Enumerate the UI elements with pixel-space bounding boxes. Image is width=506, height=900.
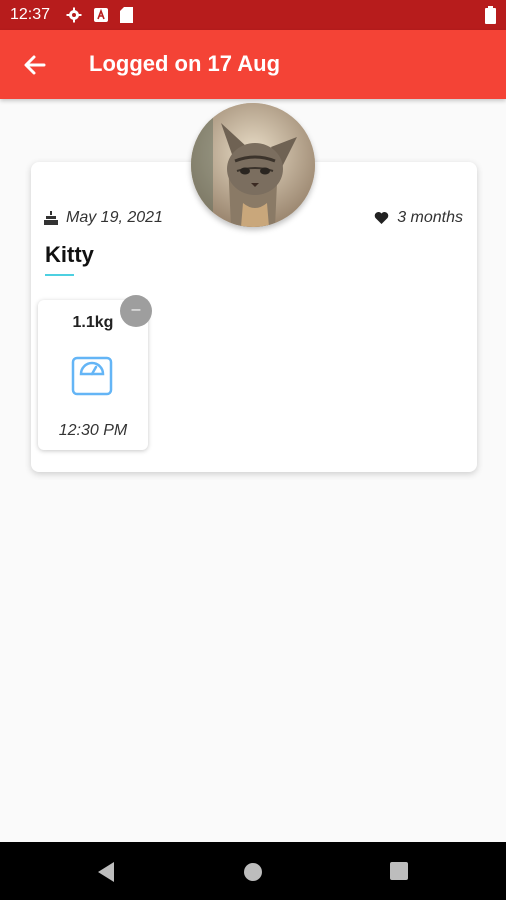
kitten-photo [191,103,315,227]
nav-back-icon[interactable] [96,861,116,883]
nav-recents-icon[interactable] [390,862,408,880]
log-time: 12:30 PM [58,422,128,439]
status-icons [66,7,133,23]
arrow-back-icon[interactable] [22,52,48,78]
heart-icon [374,212,389,224]
pet-name: Kitty [45,242,94,267]
cake-icon [44,211,58,225]
battery-icon [485,6,496,24]
app-bar: Logged on 17 Aug [0,30,506,99]
system-nav-bar [0,842,506,900]
status-time: 12:37 [10,6,51,23]
birth-date-row: May 19, 2021 [44,209,163,227]
name-underline [45,274,74,276]
pet-age: 3 months [397,209,463,226]
sd-card-icon [120,7,133,23]
birth-date: May 19, 2021 [66,209,163,226]
page-title: Logged on 17 Aug [89,51,281,76]
age-row: 3 months [374,209,463,227]
delete-label: – [131,301,141,318]
scale-icon [71,356,113,396]
nav-home-icon[interactable] [244,863,262,881]
a-icon [94,8,108,22]
pet-avatar[interactable] [191,103,315,227]
settings-icon [66,7,82,23]
delete-log-button[interactable]: – [120,295,152,327]
status-bar: 12:37 [0,0,506,30]
